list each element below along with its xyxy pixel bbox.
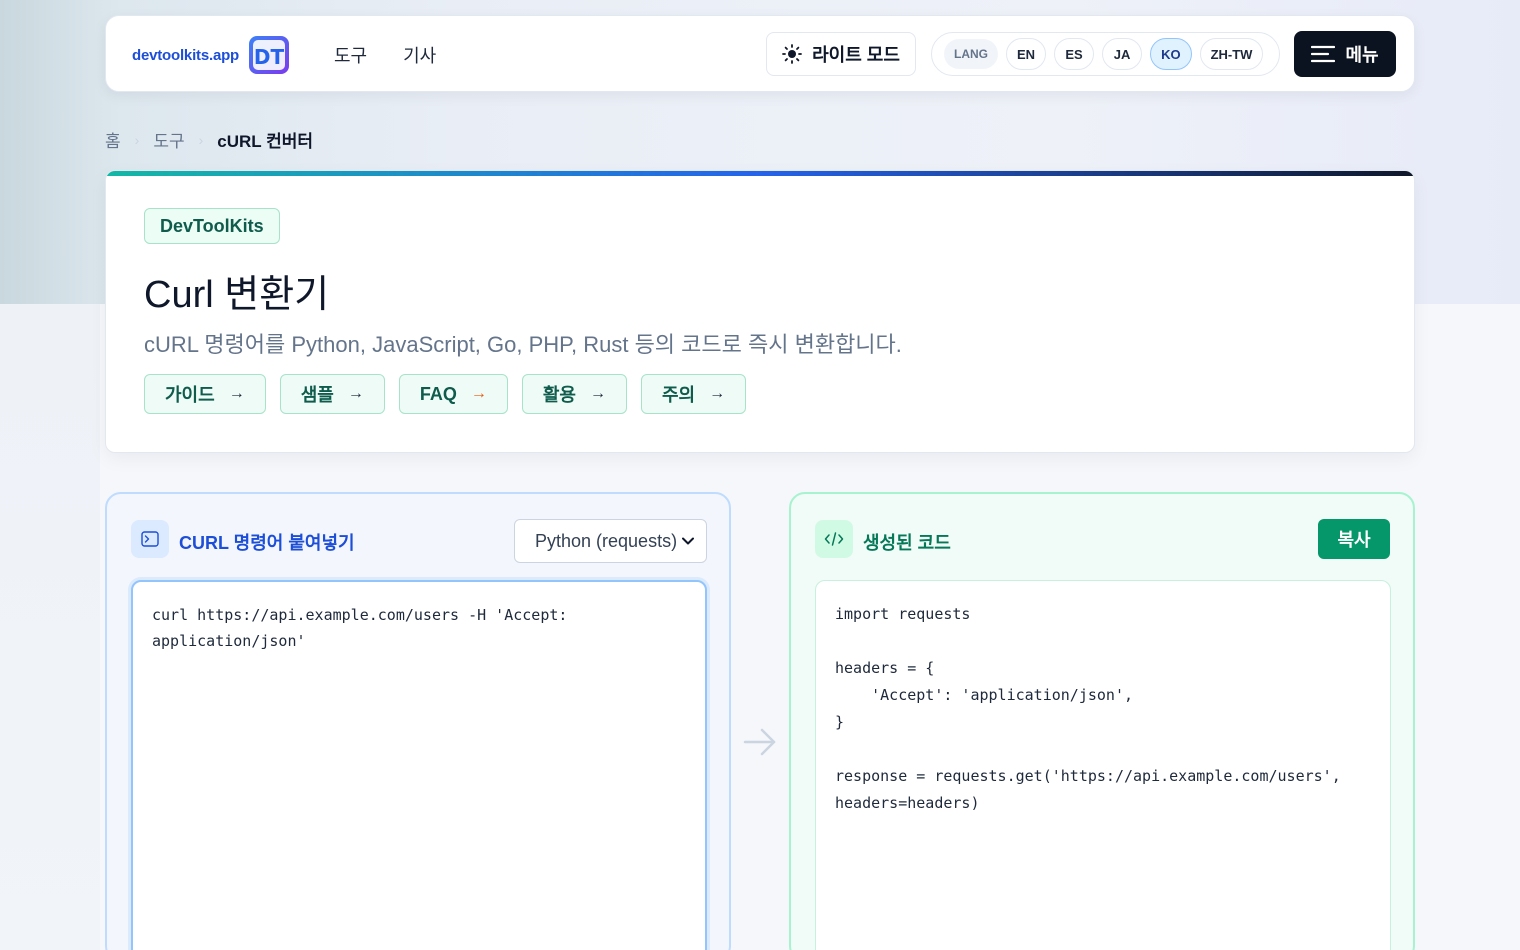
usage-link-button[interactable]: 활용 → <box>521 374 627 414</box>
brand[interactable]: devtoolkits.app DT <box>132 34 291 76</box>
theme-toggle-button[interactable]: 라이트 모드 <box>766 32 916 76</box>
section-links: 가이드 → 샘플 → FAQ → 활용 → 주의 → <box>144 374 747 414</box>
arrow-right-icon: → <box>709 385 726 402</box>
copy-button[interactable]: 복사 <box>1318 519 1390 559</box>
caution-link-label: 주의 <box>661 385 696 405</box>
target-language-value: Python (requests) <box>535 530 678 551</box>
menu-button[interactable]: 메뉴 <box>1294 31 1396 77</box>
arrow-right-icon: → <box>470 385 487 402</box>
theme-toggle-label: 라이트 모드 <box>812 45 900 65</box>
code-line: response = requests.get('https://api.exa… <box>835 767 1341 785</box>
language-switcher: LANG EN ES JA KO ZH-TW <box>931 32 1280 76</box>
guide-link-button[interactable]: 가이드 → <box>144 374 266 414</box>
brand-logo-icon[interactable]: DT <box>247 34 291 76</box>
arrow-right-icon: → <box>228 385 245 402</box>
page-side-background <box>0 304 100 950</box>
hamburger-icon <box>1311 45 1336 63</box>
generated-code-output[interactable]: import requests headers = { 'Accept': 'a… <box>815 580 1391 950</box>
hero-card: DevToolKits Curl 변환기 cURL 명령어를 Python, J… <box>105 170 1415 453</box>
curl-input-panel: CURL 명령어 붙여넣기 Python (requests) curl htt… <box>105 492 731 950</box>
hero-accent-bar <box>106 171 1414 176</box>
terminal-icon <box>131 520 169 558</box>
language-switcher-title: LANG <box>944 39 998 69</box>
breadcrumb-current: cURL 컨버터 <box>217 132 313 151</box>
usage-link-label: 활용 <box>542 385 576 405</box>
lang-en-button[interactable]: EN <box>1006 38 1047 70</box>
samples-link-button[interactable]: 샘플 → <box>279 374 385 414</box>
brand-name[interactable]: devtoolkits.app <box>132 47 239 64</box>
svg-text:DT: DT <box>254 45 285 69</box>
arrow-right-icon <box>743 728 776 756</box>
generated-code-title: 생성된 코드 <box>863 533 951 553</box>
breadcrumb-home[interactable]: 홈 <box>105 127 121 152</box>
breadcrumb-separator-icon: › <box>134 131 140 148</box>
nav-tools-link[interactable]: 도구 <box>334 42 367 68</box>
caution-link-button[interactable]: 주의 → <box>640 374 747 414</box>
lang-es-button[interactable]: ES <box>1054 38 1095 70</box>
code-line: 'Accept': 'application/json', <box>835 686 1134 704</box>
code-icon <box>815 520 853 558</box>
target-language-select[interactable]: Python (requests) <box>514 519 707 563</box>
faq-link-button[interactable]: FAQ → <box>398 374 508 414</box>
curl-input-textarea[interactable]: curl https://api.example.com/users -H 'A… <box>152 602 686 938</box>
generated-code-panel: 생성된 코드 복사 import requests headers = { 'A… <box>789 492 1415 950</box>
code-line: headers=headers) <box>835 794 980 812</box>
page-title: Curl 변환기 <box>144 274 330 316</box>
breadcrumb-separator-icon: › <box>198 131 204 148</box>
faq-link-label: FAQ <box>419 383 457 404</box>
curl-input-title: CURL 명령어 붙여넣기 <box>179 533 355 553</box>
brand-badge: DevToolKits <box>144 208 280 244</box>
lang-ja-button[interactable]: JA <box>1102 38 1143 70</box>
arrow-right-icon: → <box>589 385 606 402</box>
arrow-right-icon: → <box>347 385 364 402</box>
page-description: cURL 명령어를 Python, JavaScript, Go, PHP, R… <box>144 332 902 357</box>
lang-ko-button[interactable]: KO <box>1150 38 1192 70</box>
menu-button-label: 메뉴 <box>1345 45 1379 65</box>
chevron-down-icon <box>682 537 694 545</box>
sun-icon <box>782 44 802 64</box>
breadcrumb-tools[interactable]: 도구 <box>153 127 184 152</box>
main-nav: 도구 기사 <box>334 42 436 68</box>
code-line: } <box>835 713 845 731</box>
breadcrumb: 홈 › 도구 › cURL 컨버터 <box>105 127 313 152</box>
curl-input-editor: curl https://api.example.com/users -H 'A… <box>131 580 707 950</box>
code-line: import requests <box>835 605 971 623</box>
code-line: headers = { <box>835 659 935 677</box>
guide-link-label: 가이드 <box>165 385 215 405</box>
top-header: devtoolkits.app DT 도구 기사 라이트 모드 LANG EN … <box>105 15 1415 92</box>
nav-articles-link[interactable]: 기사 <box>403 42 436 68</box>
samples-link-label: 샘플 <box>300 385 334 405</box>
lang-zh-tw-button[interactable]: ZH-TW <box>1199 38 1264 70</box>
